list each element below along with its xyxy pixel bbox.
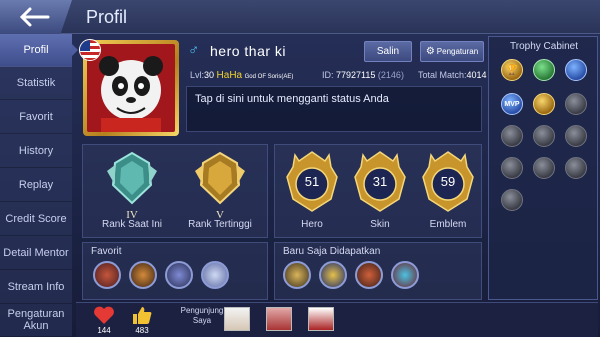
panda-avatar-icon [99, 56, 163, 132]
sidebar-item-pengaturan-akun[interactable]: Pengaturan Akun [0, 304, 72, 337]
sidebar-item-credit-score[interactable]: Credit Score [0, 203, 72, 236]
trophy-cabinet[interactable]: Trophy Cabinet 🏆 MVP [488, 36, 598, 300]
wing-icon[interactable] [565, 93, 587, 115]
visitor-avatar-3[interactable] [308, 307, 334, 331]
favorite-hero-4[interactable] [201, 261, 229, 289]
server-id: (2146) [377, 70, 404, 80]
trophy-title: Trophy Cabinet [510, 41, 578, 52]
squad-tag: God OF Soris(AE) [244, 74, 294, 80]
wing-grey-icon[interactable] [501, 189, 523, 211]
total-match-prefix: Total Match: [418, 70, 467, 80]
stat-emblem-value: 59 [440, 174, 456, 189]
wings-icon[interactable] [565, 59, 587, 81]
thumbs-up-icon[interactable] [130, 305, 154, 325]
rank-current-icon [107, 151, 157, 205]
info-line: Lvl:30 HaHa God OF Soris(AE) ID: 7792711… [190, 70, 487, 84]
total-match-value: 4014 [466, 70, 487, 80]
favorite-hero-1[interactable] [93, 261, 121, 289]
sidebar-item-favorit[interactable]: Favorit [0, 101, 72, 134]
header: Profil [0, 0, 600, 34]
id-prefix: ID: [322, 70, 334, 80]
visitor-avatar-1[interactable] [224, 307, 250, 331]
visitors-label: Pengunjung Saya [180, 306, 224, 325]
copy-button[interactable]: Salin [364, 41, 412, 62]
recently-obtained-section: Baru Saja Didapatkan [274, 242, 482, 300]
stat-skin[interactable]: 31 Skin [347, 149, 413, 235]
back-arrow-icon [19, 7, 50, 27]
stat-hero-value: 51 [304, 174, 320, 189]
profile-panel: ♂ hero thar ki Salin ⚙ Pengaturan Lvl:30… [76, 36, 487, 300]
page-title: Profil [86, 7, 128, 27]
stat-skin-value: 31 [372, 174, 388, 189]
thumbs-count: 483 [135, 326, 149, 335]
recent-item-2[interactable] [319, 261, 347, 289]
rank-current[interactable]: IV Rank Saat Ini [89, 149, 175, 235]
sidebar-item-detail-mentor[interactable]: Detail Mentor [0, 237, 72, 270]
cup-icon[interactable]: 🏆 [501, 59, 523, 81]
collection-section: 51 Hero 31 Skin 59 Emblem [274, 144, 482, 238]
crest-grey-icon[interactable] [533, 125, 555, 147]
player-name: hero thar ki [210, 43, 287, 59]
shield-icon[interactable] [501, 125, 523, 147]
sidebar-item-replay[interactable]: Replay [0, 169, 72, 202]
star-icon[interactable] [565, 157, 587, 179]
badge-icon[interactable] [565, 125, 587, 147]
level-prefix: Lvl: [190, 70, 205, 80]
player-id: 77927115 [336, 70, 376, 80]
sidebar-item-profil[interactable]: Profil [0, 34, 78, 67]
rank-highest-label: Rank Tertinggi [188, 219, 252, 230]
status-input[interactable]: Tap di sini untuk mengganti status Anda [186, 86, 482, 132]
name-bar: ♂ hero thar ki Salin ⚙ Pengaturan [186, 40, 484, 64]
crest-icon[interactable] [533, 93, 555, 115]
sidebar-item-history[interactable]: History [0, 135, 72, 168]
back-button[interactable] [0, 0, 72, 34]
favorite-hero-2[interactable] [129, 261, 157, 289]
likes-count: 144 [97, 326, 111, 335]
profile-screen: Profil Profil Statistik Favorit History … [0, 0, 600, 337]
recent-item-4[interactable] [391, 261, 419, 289]
gear-icon: ⚙ [425, 46, 435, 57]
stat-emblem[interactable]: 59 Emblem [415, 149, 481, 235]
favorite-hero-3[interactable] [165, 261, 193, 289]
recent-title: Baru Saja Didapatkan [283, 246, 381, 257]
favorite-heroes-section: Favorit [82, 242, 268, 300]
sidebar-item-statistik[interactable]: Statistik [0, 67, 72, 100]
rank-highest-icon [195, 151, 245, 205]
favorite-title: Favorit [91, 246, 122, 257]
squad-name[interactable]: HaHa [217, 70, 243, 81]
heart-icon[interactable] [92, 305, 116, 325]
mvp-icon[interactable]: MVP [501, 93, 523, 115]
stat-skin-label: Skin [370, 219, 390, 230]
sidebar-item-stream-info[interactable]: Stream Info [0, 271, 72, 304]
visitor-avatar-2[interactable] [266, 307, 292, 331]
bottom-bar: 144 483 Pengunjung Saya [76, 302, 598, 337]
stat-emblem-label: Emblem [429, 219, 467, 230]
settings-button-label: Pengaturan [436, 47, 479, 56]
stat-hero-label: Hero [301, 219, 323, 230]
recent-item-1[interactable] [283, 261, 311, 289]
male-icon: ♂ [188, 42, 200, 59]
team-icon[interactable] [533, 59, 555, 81]
level-value: 30 [204, 70, 215, 80]
recent-item-3[interactable] [355, 261, 383, 289]
rank-highest[interactable]: V Rank Tertinggi [177, 149, 263, 235]
stat-hero[interactable]: 51 Hero [279, 149, 345, 235]
crown-icon[interactable] [501, 157, 523, 179]
medal-icon[interactable] [533, 157, 555, 179]
sidebar: Profil Statistik Favorit History Replay … [0, 34, 78, 337]
rank-section: IV Rank Saat Ini V Rank Tertinggi [82, 144, 268, 238]
settings-button[interactable]: ⚙ Pengaturan [420, 41, 484, 62]
us-flag-icon [79, 39, 101, 61]
rank-current-label: Rank Saat Ini [101, 219, 163, 230]
